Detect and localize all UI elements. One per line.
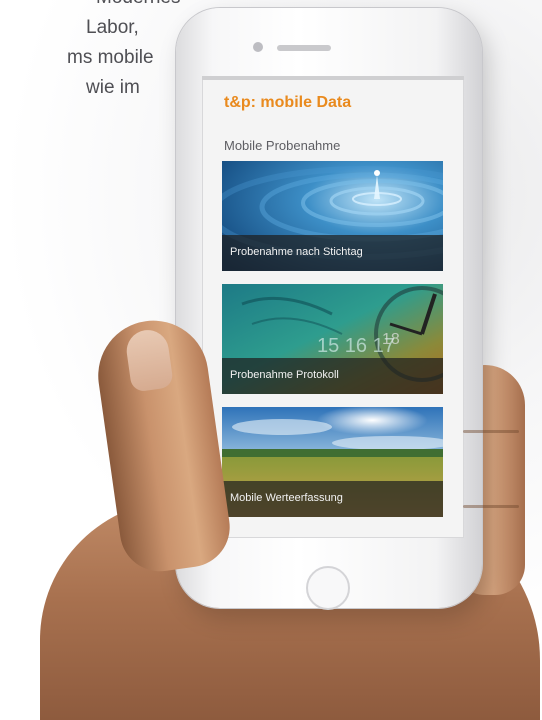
marketing-line: Labor, <box>86 17 139 38</box>
marketing-line: wie im <box>86 77 140 98</box>
card-label: Probenahme nach Stichtag <box>230 246 363 258</box>
app-title: t&p: mobile Data <box>224 94 352 111</box>
finger-crease <box>463 430 519 433</box>
svg-text:18: 18 <box>382 331 400 348</box>
card-caption: Mobile Werteerfassung <box>222 481 443 517</box>
home-button[interactable] <box>306 566 350 610</box>
marketing-line: Modernes <box>96 0 181 13</box>
status-bar <box>202 76 464 80</box>
section-title: Mobile Probenahme <box>224 138 341 153</box>
card-probenahme-stichtag[interactable]: Probenahme nach Stichtag <box>222 161 443 271</box>
card-label: Mobile Werteerfassung <box>230 492 343 504</box>
marketing-line: ms mobile <box>67 47 154 68</box>
finger-crease <box>463 505 519 508</box>
speaker-grille <box>277 45 331 51</box>
card-caption: Probenahme nach Stichtag <box>222 235 443 271</box>
camera-icon <box>253 42 263 52</box>
phone-screen: t&p: mobile Data Mobile Probenahme Probe… <box>202 76 464 538</box>
marketing-text: Modernes Labor, ms mobile wie im <box>0 0 181 103</box>
card-probenahme-protokoll[interactable]: 15 16 17 18 Probenahme Protokoll <box>222 284 443 394</box>
card-label: Probenahme Protokoll <box>230 369 339 381</box>
card-caption: Probenahme Protokoll <box>222 358 443 394</box>
card-mobile-werteerfassung[interactable]: Mobile Werteerfassung <box>222 407 443 517</box>
